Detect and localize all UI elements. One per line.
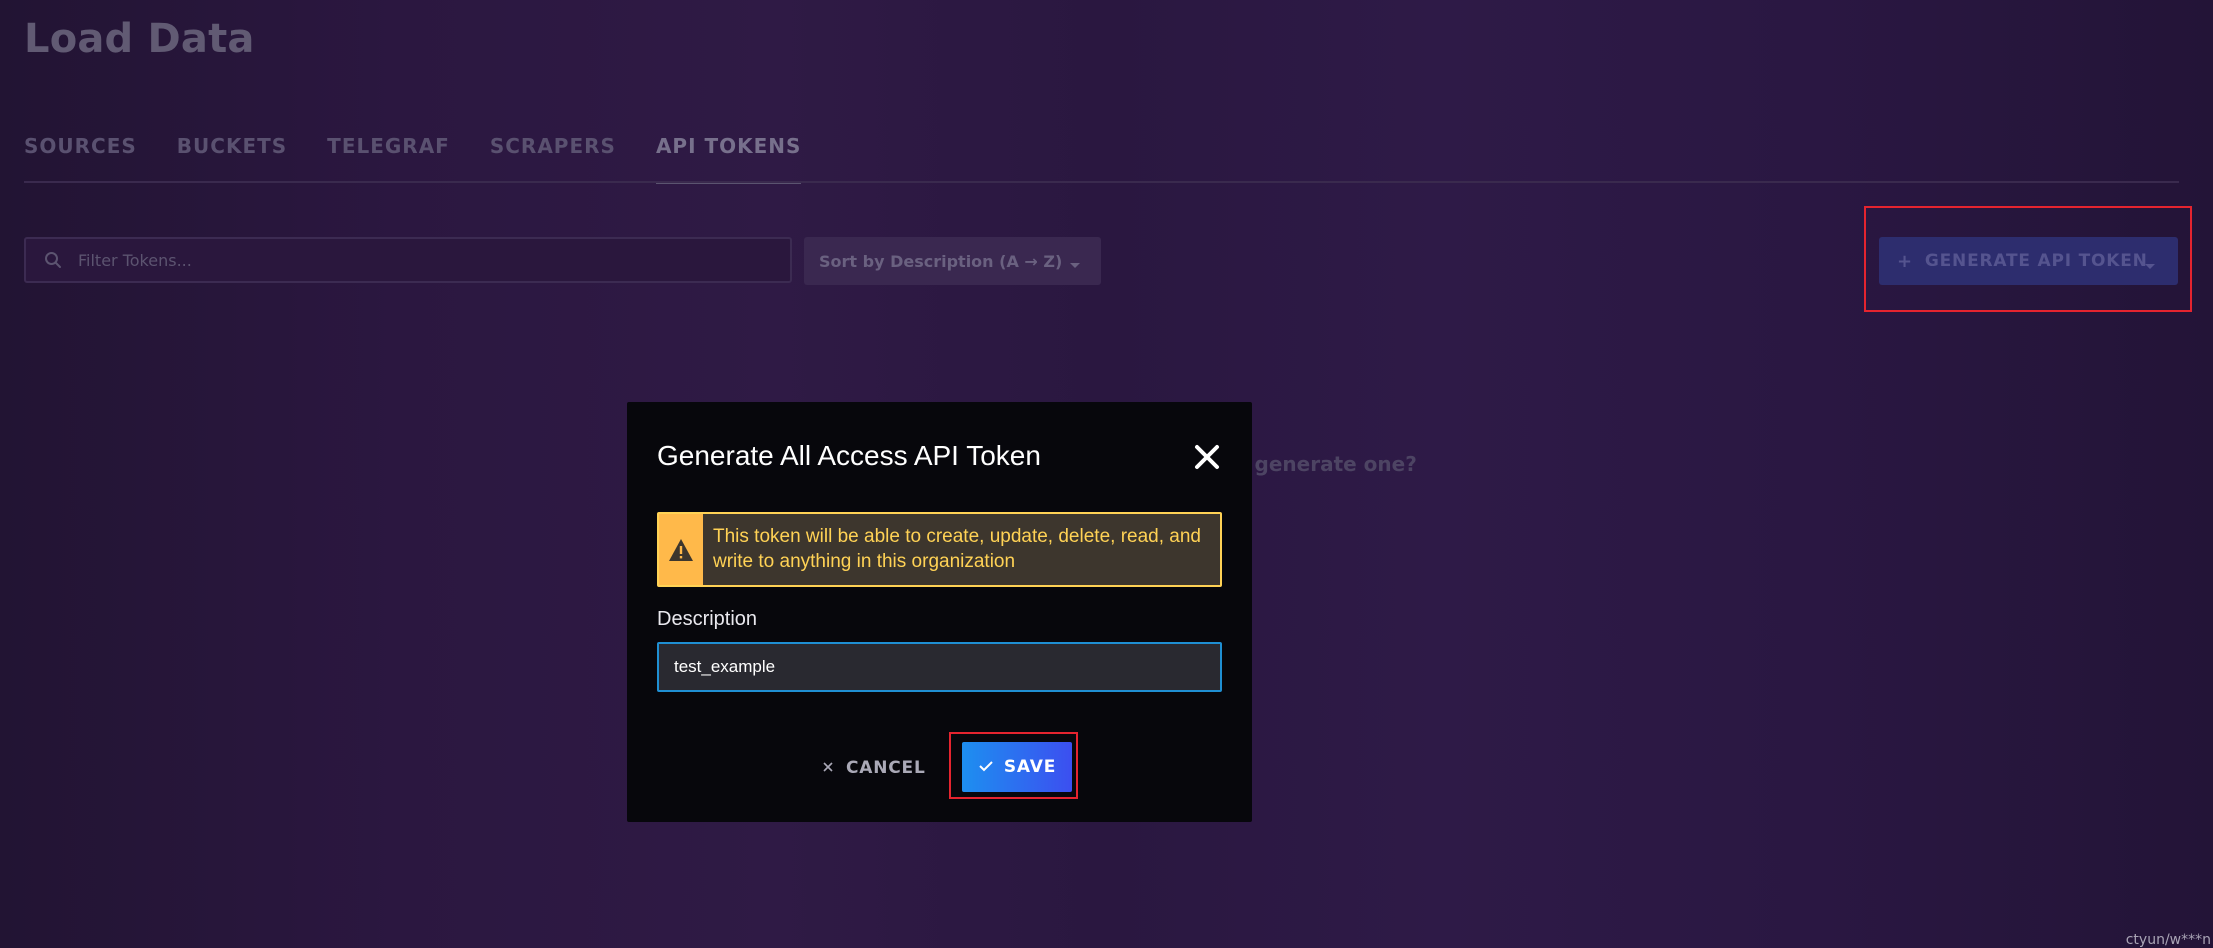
cancel-button-label: CANCEL bbox=[846, 758, 926, 778]
close-icon[interactable] bbox=[1192, 442, 1222, 472]
tabs-divider bbox=[24, 181, 2179, 183]
tab-telegraf[interactable]: TELEGRAF bbox=[327, 134, 450, 184]
filter-tokens-field[interactable] bbox=[24, 237, 792, 283]
watermark: ctyun/w***n bbox=[2125, 932, 2211, 948]
page-title: Load Data bbox=[24, 16, 255, 62]
filter-tokens-input[interactable] bbox=[76, 249, 780, 271]
tab-api-tokens[interactable]: API TOKENS bbox=[655, 134, 802, 184]
empty-state-text: t generate one? bbox=[1238, 452, 1417, 476]
description-input[interactable] bbox=[657, 642, 1222, 692]
sort-dropdown-label: Sort by Description (A → Z) bbox=[819, 251, 1063, 271]
close-icon bbox=[822, 758, 834, 778]
warning-alert: This token will be able to create, updat… bbox=[657, 512, 1222, 587]
sort-dropdown[interactable]: Sort by Description (A → Z) bbox=[804, 237, 1101, 285]
description-label: Description bbox=[657, 608, 758, 630]
highlight-box-generate bbox=[1864, 206, 2192, 312]
generate-token-modal: Generate All Access API Token This token… bbox=[627, 402, 1252, 822]
tab-scrapers[interactable]: SCRAPERS bbox=[490, 134, 616, 184]
warning-icon bbox=[659, 514, 703, 585]
tab-buckets[interactable]: BUCKETS bbox=[177, 134, 287, 184]
highlight-box-save bbox=[949, 732, 1078, 799]
chevron-down-icon bbox=[1069, 255, 1081, 274]
tab-sources[interactable]: SOURCES bbox=[24, 134, 137, 184]
search-icon bbox=[44, 251, 62, 269]
cancel-button[interactable]: CANCEL bbox=[822, 748, 926, 788]
modal-title: Generate All Access API Token bbox=[657, 440, 1041, 471]
tab-bar: SOURCES BUCKETS TELEGRAF SCRAPERS API TO… bbox=[24, 134, 801, 184]
warning-alert-text: This token will be able to create, updat… bbox=[713, 526, 1201, 572]
